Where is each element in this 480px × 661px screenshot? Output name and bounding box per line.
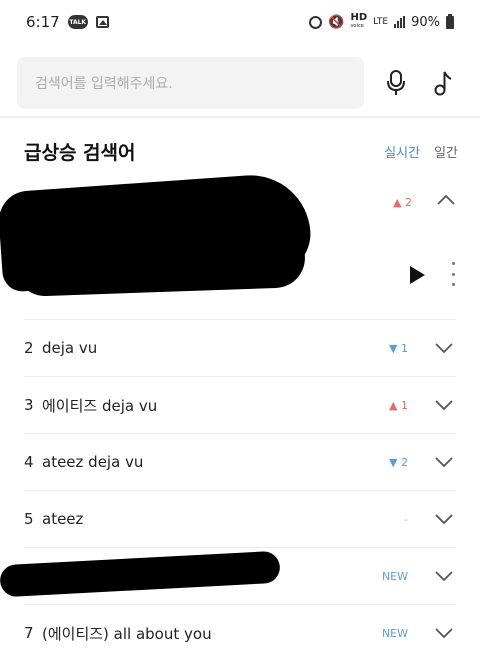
section-title: 급상승 검색어	[24, 141, 136, 164]
rank-change: NEW	[381, 626, 408, 640]
chevron-down-icon[interactable]	[434, 625, 454, 641]
music-note-icon	[434, 71, 452, 96]
status-right: 🔇 HD voice LTE 90%	[309, 13, 454, 31]
rank-number: 7	[24, 624, 34, 642]
rank-change: ▲ 1	[389, 398, 408, 412]
status-bar: 6:17 TALK 🔇 HD voice LTE 90%	[0, 0, 480, 44]
period-tabs: 실시간 일간	[384, 142, 458, 161]
divider	[0, 116, 480, 118]
rank-number: 4	[24, 453, 34, 471]
rank-item[interactable]: 2 deja vu ▼ 1	[24, 319, 456, 376]
gallery-icon	[95, 16, 109, 28]
chevron-up-icon[interactable]	[436, 192, 456, 208]
chevron-down-icon[interactable]	[434, 340, 454, 356]
lte-icon: LTE	[373, 16, 389, 27]
rank-number: 5	[24, 510, 34, 528]
rank-change: NEW	[381, 569, 408, 583]
rank-number: 2	[24, 339, 34, 357]
rank-number: 3	[24, 396, 34, 414]
play-icon[interactable]	[406, 264, 428, 286]
redaction-scribble	[0, 550, 281, 598]
tab-daily[interactable]: 일간	[434, 142, 458, 161]
mute-icon: 🔇	[328, 14, 345, 30]
rank-change: -	[404, 512, 408, 526]
rank-list: 2 deja vu ▼ 1 3 에이티즈 deja vu ▲ 1 4 ateez…	[0, 319, 480, 661]
trending-header: 급상승 검색어 실시간 일간	[24, 136, 458, 166]
rank-item[interactable]: 3 에이티즈 deja vu ▲ 1	[24, 376, 456, 433]
rank-item[interactable]: 7 (에이티즈) all about you NEW	[24, 604, 456, 661]
alarm-icon	[309, 15, 323, 29]
battery-icon	[446, 13, 454, 29]
chevron-down-icon[interactable]	[434, 511, 454, 527]
rank-item[interactable]: 5 ateez -	[24, 490, 456, 547]
redaction-scribble	[14, 226, 306, 298]
kakaotalk-icon: TALK	[67, 15, 88, 29]
rank-change: ▲ 2	[393, 196, 412, 209]
chevron-down-icon[interactable]	[434, 568, 454, 584]
battery-level: 90%	[411, 14, 440, 30]
signal-icon	[394, 16, 406, 28]
search-input[interactable]: 검색어를 입력해주세요.	[17, 57, 364, 109]
rank-change: ▼ 2	[389, 455, 408, 469]
status-left: 6:17 TALK	[26, 13, 109, 31]
voice-search-button[interactable]	[376, 63, 416, 103]
rank-item[interactable]: 4 ateez deja vu ▼ 2	[24, 433, 456, 490]
hd-voice-icon: HD voice	[350, 12, 368, 30]
rank-change: ▼ 1	[389, 341, 408, 355]
expanded-rank-item[interactable]: ▲ 2	[0, 171, 480, 320]
rank-item[interactable]: NEW	[0, 547, 456, 604]
tab-realtime[interactable]: 실시간	[384, 142, 420, 161]
chevron-down-icon[interactable]	[434, 454, 454, 470]
more-options-icon[interactable]	[446, 262, 460, 286]
chevron-down-icon[interactable]	[434, 397, 454, 413]
music-search-button[interactable]	[423, 63, 463, 103]
search-bar: 검색어를 입력해주세요.	[17, 57, 463, 109]
microphone-icon	[386, 70, 405, 95]
status-time: 6:17	[26, 13, 60, 31]
